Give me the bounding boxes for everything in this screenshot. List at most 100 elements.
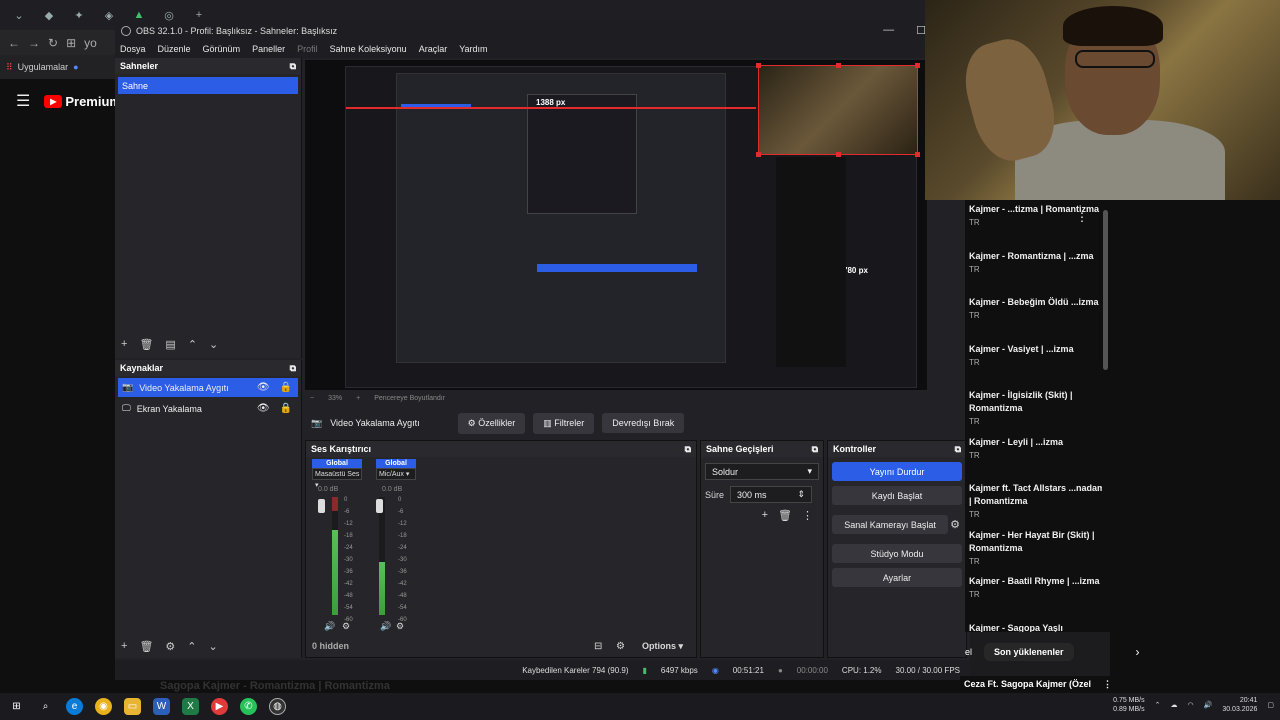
scene-item[interactable]: Sahne	[118, 77, 298, 94]
playlist-item[interactable]: Kajmer - İlgisizlik (Skit) | Romantizma T…	[965, 386, 1110, 433]
visibility-eye-icon[interactable]: 👁	[257, 403, 270, 414]
mute-icon[interactable]: 🔊	[324, 621, 335, 632]
zoom-in-icon[interactable]: +	[356, 395, 360, 402]
menu-edit[interactable]: Düzenle	[158, 44, 191, 54]
playlist-item[interactable]: Kajmer - Sagopa Yaşlı	[965, 619, 1110, 633]
clock[interactable]: 20:41 30.03.2026	[1222, 696, 1257, 714]
source-settings-gear-icon[interactable]: ⚙	[165, 640, 175, 653]
stepper-icon[interactable]: ⇕	[797, 489, 805, 500]
scene-filters-icon[interactable]: ▤	[165, 338, 175, 351]
chip-partial[interactable]: el	[965, 647, 972, 657]
preview-canvas-nested-screen[interactable]: 1388 px 780 px	[345, 63, 920, 388]
mixer-layout-icon[interactable]: ⊟	[594, 641, 602, 652]
move-up-icon[interactable]: ⌃	[187, 640, 196, 653]
duration-input[interactable]: 300 ms ⇕	[730, 486, 813, 503]
remove-source-icon[interactable]: 🗑	[139, 640, 153, 653]
channel-name-select[interactable]: Masaüstü Ses ▾	[312, 468, 362, 489]
playlist-item[interactable]: Kajmer - Vasiyet | ...izma TR	[965, 340, 1110, 387]
transition-type-select[interactable]: Soldur ▾	[705, 463, 819, 480]
tray-app-icon[interactable]: ☁	[1171, 701, 1178, 709]
source-item-video-capture[interactable]: 📷 Video Yakalama Aygıtı 👁 🔒	[118, 378, 298, 397]
filters-button[interactable]: ▥ Filtreler	[533, 412, 595, 434]
menu-profile[interactable]: Profil	[297, 44, 318, 54]
notifications-icon[interactable]: ▢	[1267, 701, 1274, 709]
file-explorer-icon[interactable]: ▭	[124, 698, 141, 715]
menu-file[interactable]: Dosya	[120, 44, 146, 54]
search-icon[interactable]: ⌕	[37, 698, 54, 715]
youtube-logo[interactable]: ▶ Premium	[44, 94, 121, 109]
playlist-item[interactable]: Kajmer - Her Hayat Bir (Skit) | Romantiz…	[965, 526, 1110, 573]
menu-help[interactable]: Yardım	[459, 44, 487, 54]
chip-recent-uploads[interactable]: Son yüklenenler	[984, 643, 1074, 661]
next-video-title[interactable]: Ceza Ft. Sagopa Kajmer (Özel ⋮	[960, 676, 1280, 693]
dock-float-icon[interactable]: ⧉	[685, 444, 691, 455]
dock-float-icon[interactable]: ⧉	[290, 363, 296, 374]
visibility-eye-icon[interactable]: 👁	[257, 382, 270, 393]
menu-tools[interactable]: Araçlar	[419, 44, 448, 54]
remove-transition-icon[interactable]: 🗑	[778, 509, 792, 522]
word-icon[interactable]: W	[153, 698, 170, 715]
add-scene-icon[interactable]: +	[121, 338, 127, 351]
mixer-settings-icon[interactable]: ⚙	[616, 641, 625, 652]
add-source-icon[interactable]: +	[121, 640, 127, 653]
menu-scene-collection[interactable]: Sahne Koleksiyonu	[330, 44, 407, 54]
playlist-item[interactable]: Kajmer - Baatil Rhyme | ...izma TR	[965, 572, 1110, 619]
properties-button[interactable]: ⚙ Özellikler	[457, 412, 526, 434]
address-snippet[interactable]: yo	[84, 36, 97, 50]
more-vert-icon[interactable]: ⋮	[1076, 210, 1088, 224]
lock-icon[interactable]: 🔒	[280, 382, 292, 393]
mute-icon[interactable]: 🔊	[380, 621, 391, 632]
scrollbar-thumb[interactable]	[1103, 210, 1108, 370]
tab-search-icon[interactable]: ⌄	[8, 4, 30, 26]
apps-icon[interactable]: ⠿	[6, 62, 13, 73]
obs-taskbar-icon[interactable]: ◍	[269, 698, 286, 715]
remove-scene-icon[interactable]: 🗑	[139, 338, 153, 351]
channel-menu-icon[interactable]: ⚙	[396, 621, 404, 632]
channel-name-select[interactable]: Mic/Aux ▾	[376, 468, 416, 480]
playlist-item[interactable]: Kajmer - ...tizma | Romantizma TR	[965, 200, 1110, 247]
move-down-icon[interactable]: ⌄	[209, 640, 218, 653]
webcam-source-box[interactable]	[756, 63, 920, 157]
lock-icon[interactable]: 🔒	[280, 403, 292, 414]
whatsapp-icon[interactable]: ✆	[240, 698, 257, 715]
volume-icon[interactable]: 🔊	[1204, 701, 1213, 709]
playlist-scrollbar[interactable]	[1102, 200, 1110, 632]
site-info-icon[interactable]: ⊞	[66, 36, 76, 50]
media-player-icon[interactable]: ▶	[211, 698, 228, 715]
more-vert-icon[interactable]: ⋮	[1103, 679, 1112, 689]
windows-start-icon[interactable]: ⊞	[8, 698, 25, 715]
virtual-camera-settings-gear-icon[interactable]: ⚙	[950, 518, 960, 531]
tray-chevron-icon[interactable]: ⌃	[1155, 701, 1161, 709]
wifi-icon[interactable]: ◠	[1188, 701, 1194, 709]
edge-icon[interactable]: e	[66, 698, 83, 715]
move-down-icon[interactable]: ⌄	[209, 338, 218, 351]
chrome-icon[interactable]: ◉	[95, 698, 112, 715]
forward-icon[interactable]: →	[28, 36, 40, 50]
add-transition-icon[interactable]: +	[762, 509, 768, 522]
start-recording-button[interactable]: Kaydı Başlat	[832, 486, 962, 505]
dock-float-icon[interactable]: ⧉	[812, 444, 818, 455]
tab-extension-icon[interactable]: ◆	[38, 4, 60, 26]
more-options-icon[interactable]: ⋮	[802, 509, 813, 522]
settings-button[interactable]: Ayarlar	[832, 568, 962, 587]
playlist-item[interactable]: Kajmer - Romantizma | ...zma TR	[965, 247, 1110, 294]
chevron-right-icon[interactable]: ›	[1136, 645, 1140, 659]
volume-fader-desktop[interactable]	[318, 499, 325, 513]
playlist-item[interactable]: Kajmer ft. Tact Allstars ...nadam | Roma…	[965, 479, 1110, 526]
volume-fader-mic[interactable]	[376, 499, 383, 513]
hamburger-menu-icon[interactable]: ☰	[16, 91, 30, 111]
menu-view[interactable]: Görünüm	[203, 44, 241, 54]
excel-icon[interactable]: X	[182, 698, 199, 715]
apps-bookmark[interactable]: Uygulamalar	[18, 62, 69, 72]
move-up-icon[interactable]: ⌃	[188, 338, 197, 351]
bookmark-icon[interactable]: ●	[73, 62, 78, 72]
zoom-out-icon[interactable]: −	[310, 395, 314, 402]
minimize-icon[interactable]: —	[883, 24, 894, 37]
options-dropdown[interactable]: Options ▾	[642, 641, 683, 652]
dock-float-icon[interactable]: ⧉	[955, 444, 961, 455]
dock-float-icon[interactable]: ⧉	[290, 61, 296, 72]
channel-menu-icon[interactable]: ⚙	[342, 621, 350, 632]
reload-icon[interactable]: ↻	[48, 36, 58, 50]
menu-docks[interactable]: Paneller	[252, 44, 285, 54]
virtual-camera-button[interactable]: Sanal Kamerayı Başlat	[832, 515, 949, 534]
